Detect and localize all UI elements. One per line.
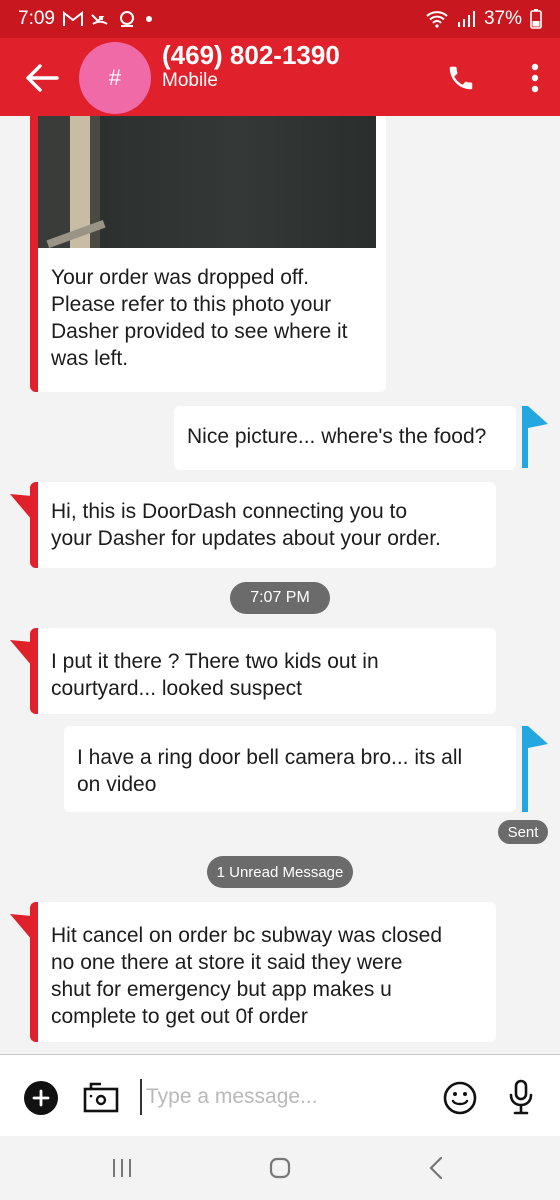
incoming-message[interactable]: Hi, this is DoorDash connecting you to y…	[30, 482, 496, 568]
message-text: I have a ring door bell camera bro... it…	[77, 746, 463, 796]
camera-button[interactable]	[82, 1079, 120, 1115]
message-text: Hit cancel on order bc subway was closed…	[51, 924, 443, 1028]
message-text: Your order was dropped off. Please refer…	[51, 266, 348, 370]
message-photo[interactable]	[38, 116, 376, 248]
add-attachment-button[interactable]	[24, 1081, 58, 1115]
incoming-message[interactable]: I put it there ? There two kids out in c…	[30, 628, 496, 714]
compose-bar	[0, 1054, 560, 1136]
call-button[interactable]	[444, 60, 478, 96]
wifi-icon	[426, 10, 448, 28]
smiley-icon	[443, 1081, 477, 1115]
more-options-button[interactable]	[522, 60, 548, 96]
contact-number[interactable]: (469) 802-1390	[162, 40, 340, 71]
status-bar: 7:09 37%	[0, 0, 560, 38]
incoming-tail-icon	[10, 640, 32, 666]
nav-back-button[interactable]	[416, 1154, 456, 1182]
incoming-message[interactable]: Hit cancel on order bc subway was closed…	[30, 902, 496, 1042]
outgoing-message[interactable]: Nice picture... where's the food?	[174, 406, 516, 470]
missed-call-icon	[91, 12, 109, 26]
timestamp-divider: 7:07 PM	[230, 582, 330, 614]
battery-percent: 37%	[483, 8, 522, 29]
app-notification-icon	[117, 10, 137, 28]
conversation-header: # (469) 802-1390 Mobile	[0, 38, 560, 116]
message-text: Hi, this is DoorDash connecting you to y…	[51, 500, 441, 550]
message-text: Nice picture... where's the food?	[187, 425, 487, 448]
dot-icon	[145, 15, 153, 23]
voice-input-button[interactable]	[506, 1077, 536, 1117]
signal-icon	[456, 10, 476, 28]
emoji-button[interactable]	[442, 1080, 478, 1116]
gmail-icon	[62, 11, 83, 27]
incoming-tail-icon	[10, 494, 32, 520]
message-text: I put it there ? There two kids out in c…	[51, 650, 379, 700]
more-vert-icon	[531, 63, 539, 93]
outgoing-tail-icon	[522, 406, 548, 468]
system-navigation-bar	[0, 1136, 560, 1200]
phone-icon	[449, 66, 473, 90]
home-button[interactable]	[260, 1154, 300, 1182]
recent-apps-button[interactable]	[102, 1154, 142, 1182]
microphone-icon	[509, 1079, 533, 1115]
outgoing-tail-icon	[522, 726, 548, 812]
back-arrow-icon	[26, 64, 59, 92]
conversation-list[interactable]: Your order was dropped off. Please refer…	[0, 116, 560, 1054]
outgoing-message[interactable]: I have a ring door bell camera bro... it…	[64, 726, 516, 812]
incoming-message[interactable]: Your order was dropped off. Please refer…	[30, 116, 386, 392]
back-button[interactable]	[22, 60, 62, 96]
unread-divider: 1 Unread Message	[207, 856, 353, 888]
message-input[interactable]	[140, 1079, 430, 1115]
contact-type: Mobile	[162, 70, 218, 91]
status-time: 7:09	[18, 8, 55, 29]
chevron-left-icon	[429, 1156, 443, 1180]
contact-avatar[interactable]: #	[79, 42, 151, 114]
home-icon	[269, 1157, 291, 1179]
camera-icon	[83, 1082, 119, 1113]
incoming-tail-icon	[10, 914, 32, 940]
sent-status-badge: Sent	[498, 820, 548, 844]
battery-icon	[530, 9, 542, 29]
plus-icon	[32, 1089, 50, 1107]
recent-apps-icon	[113, 1159, 131, 1177]
